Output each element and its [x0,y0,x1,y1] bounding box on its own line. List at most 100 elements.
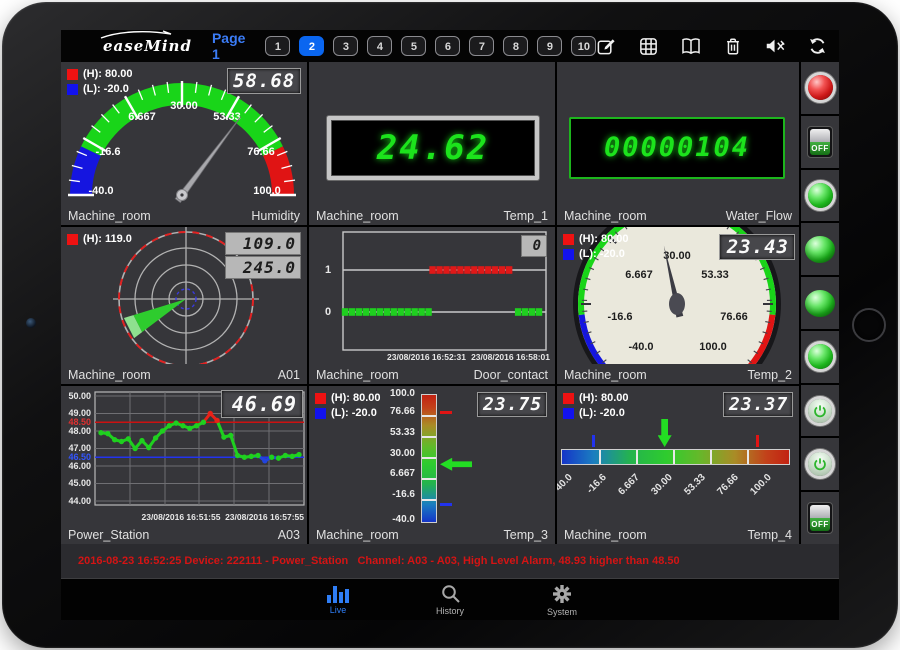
high-limit-marker [440,411,452,414]
value-display: 23.43 [719,234,795,260]
device-name: Power_Station [68,528,149,542]
channel-name: A01 [278,368,300,382]
svg-text:-16.6: -16.6 [607,311,632,323]
indicator-cell-3 [801,170,839,224]
nav-label: History [436,606,464,616]
search-icon [440,583,461,604]
tick-label: -40.0 [557,472,575,509]
value-pointer [440,458,472,471]
device-name: Machine_room [564,368,647,382]
indicator-light-flat[interactable] [805,290,835,317]
power-button[interactable] [808,452,832,476]
widget-caption: Machine_roomWater_Flow [564,209,792,223]
nav-tab-live[interactable]: Live [311,584,365,615]
page-button-6[interactable]: 6 [435,36,460,56]
y-tick: 44.00 [61,496,91,506]
widget-caption: Power_Station A03 [68,528,300,542]
low-limit-marker [440,503,452,506]
high-limit-label: (H): 80.00 [83,68,133,80]
rocker-switch[interactable]: OFF [807,126,833,158]
radar-wedge [133,299,186,332]
sync-icon[interactable] [807,36,828,56]
front-camera [26,318,36,328]
widget-caption: Machine_roomTemp_4 [564,528,792,542]
svg-text:6.667: 6.667 [625,269,653,281]
power-button[interactable] [808,399,832,423]
x-label-end: 23/08/2016 16:57:55 [225,512,304,522]
device-name: Machine_room [316,528,399,542]
indicator-cell-7 [801,385,839,439]
tick-label: 30.00 [637,472,674,509]
low-limit-marker [592,435,595,447]
widget-caption: Machine_roomHumidity [68,209,300,223]
home-button[interactable] [852,308,886,342]
indicator-cell-8 [801,438,839,492]
page-button-8[interactable]: 8 [503,36,528,56]
page-button-10[interactable]: 10 [571,36,596,56]
low-limit-label: (L): -20.0 [331,407,377,419]
device-name: Machine_room [68,209,151,223]
mute-icon[interactable] [764,36,786,56]
high-limit-swatch [67,234,78,245]
page-button-1[interactable]: 1 [265,36,290,56]
channel-name: A03 [278,528,300,542]
value-pointer [658,419,672,447]
gear-icon [551,583,573,605]
trash-icon[interactable] [723,36,743,57]
page-button-5[interactable]: 5 [401,36,426,56]
page-button-9[interactable]: 9 [537,36,562,56]
state-markers [342,266,542,316]
indicator-light-ringed[interactable] [808,344,833,369]
indicator-column: OFF OFF [801,62,839,544]
nav-label: System [547,607,577,617]
step-chart [309,227,555,364]
tick-label: -16.6 [571,472,608,509]
value-display-2: 245.0 [225,256,301,279]
app-logo: easeMind [103,37,192,55]
tick-label: 30.00 [371,448,415,459]
tick-label: 53.33 [371,427,415,438]
value-display-1: 109.0 [225,232,301,255]
page-button-2[interactable]: 2 [299,36,324,56]
page-button-7[interactable]: 7 [469,36,494,56]
keypad-grid-icon[interactable] [638,36,659,57]
page-button-3[interactable]: 3 [333,36,358,56]
indicator-cell-4 [801,223,839,277]
value-display: 23.37 [723,392,793,417]
indicator-cell-1 [801,62,839,116]
nav-tab-system[interactable]: System [535,583,589,617]
svg-text:-40.0: -40.0 [628,341,653,353]
value-display: 0 [521,235,547,257]
gradient-bar [421,394,437,523]
channel-name: Temp_1 [504,209,548,223]
widget-a01-radar: (H): 119.0 109.0 245.0 Machine_roomA01 [61,227,307,384]
low-limit-swatch [563,408,574,419]
x-label-end: 23/08/2016 16:58:01 [471,352,550,362]
tick-label: 6.667 [371,468,415,479]
indicator-light-red[interactable] [808,75,833,100]
app-screen: easeMind Page 1 123456789 10 OFF OFF (H): … [61,30,839,620]
rocker-switch[interactable]: OFF [807,502,833,534]
book-icon[interactable] [680,36,702,56]
indicator-light-flat[interactable] [805,236,835,263]
indicator-cell-2: OFF [801,116,839,170]
tick-label: -40.0 [371,514,415,525]
limit-legend: (H): 80.00 (L): -20.0 [563,233,629,263]
device-name: Machine_room [564,209,647,223]
toolbar: easeMind Page 1 123456789 10 [61,30,839,62]
indicator-light-ringed[interactable] [808,183,833,208]
page-button-4[interactable]: 4 [367,36,392,56]
svg-text:-16.6: -16.6 [95,146,120,158]
rocker-top [810,505,830,518]
svg-text:-40.0: -40.0 [88,185,113,197]
alarm-message-bar[interactable]: 2016-08-23 16:52:25 Device: 222111 - Pow… [61,544,839,578]
low-limit-label: (L): -20.0 [579,407,625,419]
value-display: 24.62 [327,116,539,180]
compose-icon[interactable] [596,36,617,57]
nav-tab-history[interactable]: History [423,583,477,616]
low-limit-swatch [315,408,326,419]
widget-grid: OFFOFF (H): 80.00 (L): -20.0 58.68 -40.0… [61,62,839,544]
page-label: Page 1 [212,30,245,62]
widget-temp3-vbar: (H): 80.00 (L): -20.0 23.75 100.0 76.66 … [309,386,555,544]
channel-name: Door_contact [474,368,548,382]
